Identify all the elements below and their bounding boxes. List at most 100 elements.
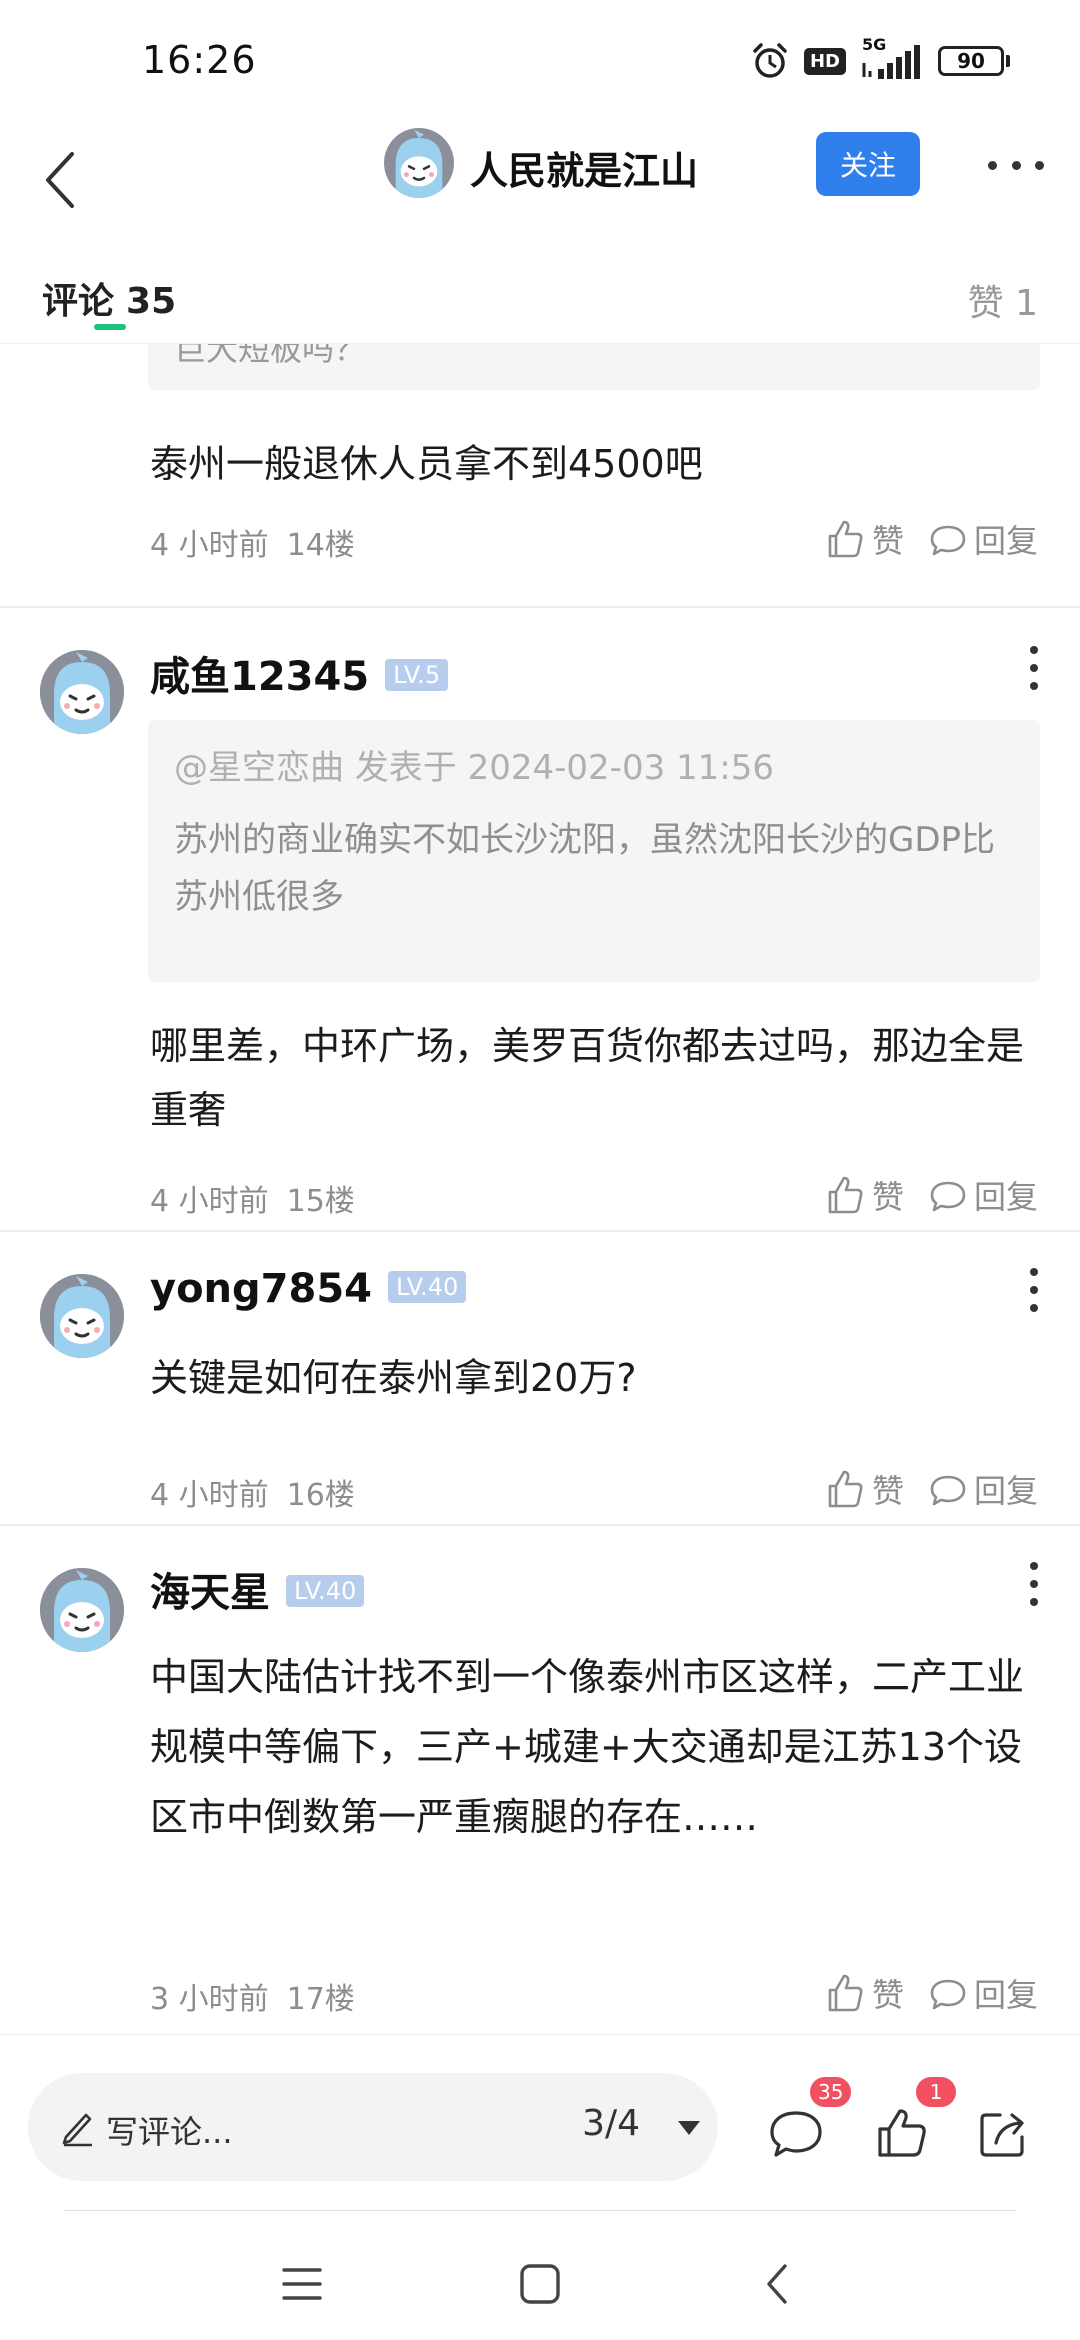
like-button[interactable]: 赞 — [824, 1172, 904, 1218]
reply-button[interactable]: 回复 — [928, 1466, 1038, 1512]
alarm-icon — [753, 43, 787, 78]
like-button[interactable]: 赞 — [824, 516, 904, 562]
follow-button[interactable]: 关注 — [816, 132, 920, 196]
share-button[interactable] — [974, 2103, 1034, 2163]
like-button[interactable]: 赞 — [824, 1970, 904, 2016]
comment-tabs: 评论 35 赞 1 — [0, 262, 1080, 344]
like-label: 赞 — [871, 1178, 904, 1216]
thumbs-up-icon — [828, 1470, 863, 1508]
thumbs-up-icon — [828, 520, 863, 558]
avatar-mascot-icon — [40, 1568, 124, 1652]
page-indicator[interactable]: 3/4 — [582, 2103, 640, 2144]
avatar[interactable] — [40, 1274, 124, 1358]
status-bar: 16:26 HD 5G 90 — [0, 0, 1080, 120]
quote-header: @星空恋曲 发表于 2024-02-03 11:56 — [174, 748, 774, 788]
write-comment-input[interactable]: 写评论... 3/4 — [28, 2073, 718, 2181]
like-count-badge: 1 — [916, 2077, 956, 2107]
comment-meta: 4 小时前 15楼 — [150, 1176, 355, 1220]
chevron-left-icon — [767, 2264, 787, 2304]
comment-text: 关键是如何在泰州拿到20万? — [150, 1356, 637, 1400]
level-badge: LV.40 — [388, 1271, 467, 1303]
reply-label: 回复 — [973, 1472, 1038, 1510]
avatar[interactable] — [40, 650, 124, 734]
reply-label: 回复 — [973, 522, 1038, 560]
chat-bubble-icon — [930, 1475, 966, 1506]
avatar-mascot-icon — [384, 128, 454, 198]
comment-time: 3 小时前 — [150, 1982, 269, 2017]
comment-more-button[interactable] — [1026, 1562, 1042, 1606]
caret-down-icon[interactable] — [678, 2121, 700, 2135]
comment-actions: 赞 回复 — [824, 1172, 1038, 1218]
thumbs-up-icon — [828, 1974, 863, 2012]
quoted-comment[interactable]: @星空恋曲 发表于 2024-02-03 11:56 苏州的商业确实不如长沙沈阳… — [148, 720, 1040, 982]
divider — [0, 606, 1080, 608]
home-nav-button[interactable] — [510, 2254, 570, 2314]
avatar[interactable] — [40, 1568, 124, 1652]
comment-more-button[interactable] — [1026, 1268, 1042, 1312]
quoted-comment-fragment: 巨大短板吗？ — [174, 344, 367, 368]
comment-text: 泰州一般退休人员拿不到4500吧 — [150, 442, 703, 486]
battery-icon: 90 — [938, 46, 1010, 76]
comment-actions: 赞 回复 — [824, 1466, 1038, 1512]
pencil-icon — [62, 2113, 92, 2147]
comment-meta: 3 小时前 17楼 — [150, 1974, 355, 2018]
comment-actions: 赞 回复 — [824, 516, 1038, 562]
comment-time: 4 小时前 — [150, 1184, 269, 1219]
comment-time: 4 小时前 — [150, 528, 269, 563]
quote-body: 苏州的商业确实不如长沙沈阳，虽然沈阳长沙的GDP比苏州低很多 — [174, 820, 996, 917]
chat-bubble-icon — [930, 1181, 966, 1212]
author-avatar[interactable] — [384, 128, 454, 198]
divider — [0, 1230, 1080, 1232]
like-button[interactable]: 赞 — [824, 1466, 904, 1512]
more-options-button[interactable] — [988, 150, 1044, 180]
comment-text: 中国大陆估计找不到一个像泰州市区这样，二产工业规模中等偏下，三产+城建+大交通却… — [150, 1655, 1025, 1839]
reply-button[interactable]: 回复 — [928, 1172, 1038, 1218]
back-nav-button[interactable] — [748, 2254, 808, 2314]
status-icons: HD 5G 90 — [750, 35, 1010, 82]
thumbs-up-icon — [828, 1176, 863, 1214]
username-text: 咸鱼12345 — [150, 654, 370, 700]
like-post-button[interactable]: 1 — [872, 2077, 956, 2163]
username[interactable]: 咸鱼12345 LV.5 — [150, 644, 449, 702]
top-navigation: 人民就是江山 关注 — [0, 120, 1080, 270]
username[interactable]: yong7854 LV.40 — [150, 1266, 467, 1312]
like-label: 赞 — [871, 522, 904, 560]
chevron-left-icon — [46, 152, 74, 208]
bottom-action-bar: 写评论... 3/4 35 1 — [0, 2034, 1080, 2194]
reply-button[interactable]: 回复 — [928, 516, 1038, 562]
tab-comments-label: 评论 — [42, 281, 115, 322]
share-icon — [980, 2113, 1024, 2157]
more-dot — [988, 160, 997, 170]
active-tab-indicator — [94, 324, 126, 330]
more-dot — [1011, 160, 1021, 170]
menu-nav-button[interactable] — [272, 2254, 332, 2314]
comment-meta: 4 小时前 16楼 — [150, 1470, 355, 1514]
hd-badge: HD — [803, 47, 846, 75]
comment-time: 4 小时前 — [150, 1478, 269, 1513]
comment-floor: 16楼 — [286, 1478, 355, 1513]
more-dot — [1035, 160, 1044, 170]
like-label: 赞 — [871, 1976, 904, 2014]
comment-floor: 15楼 — [286, 1184, 355, 1219]
comment-more-button[interactable] — [1026, 646, 1042, 690]
divider — [0, 1524, 1080, 1526]
tab-comments-count: 35 — [126, 281, 177, 322]
chat-bubble-icon — [770, 2111, 822, 2157]
network-label: 5G — [862, 35, 887, 54]
tab-comments[interactable]: 评论 35 — [42, 272, 176, 324]
comment-floor: 14楼 — [286, 528, 355, 563]
reply-button[interactable]: 回复 — [928, 1970, 1038, 2016]
system-navigation-bar — [0, 2200, 1080, 2340]
comments-button[interactable]: 35 — [766, 2077, 852, 2163]
back-button[interactable] — [20, 130, 100, 230]
battery-level: 90 — [938, 46, 1004, 76]
tab-likes[interactable]: 赞 1 — [968, 274, 1038, 326]
avatar-mascot-icon — [40, 650, 124, 734]
comment-floor: 17楼 — [286, 1982, 355, 2017]
menu-lines-icon — [282, 2268, 322, 2300]
username[interactable]: 海天星 LV.40 — [150, 1560, 365, 1618]
author-name[interactable]: 人民就是江山 — [470, 140, 698, 195]
chat-bubble-icon — [930, 1979, 966, 2010]
comment-meta: 4 小时前 14楼 — [150, 520, 355, 564]
reply-label: 回复 — [973, 1178, 1038, 1216]
